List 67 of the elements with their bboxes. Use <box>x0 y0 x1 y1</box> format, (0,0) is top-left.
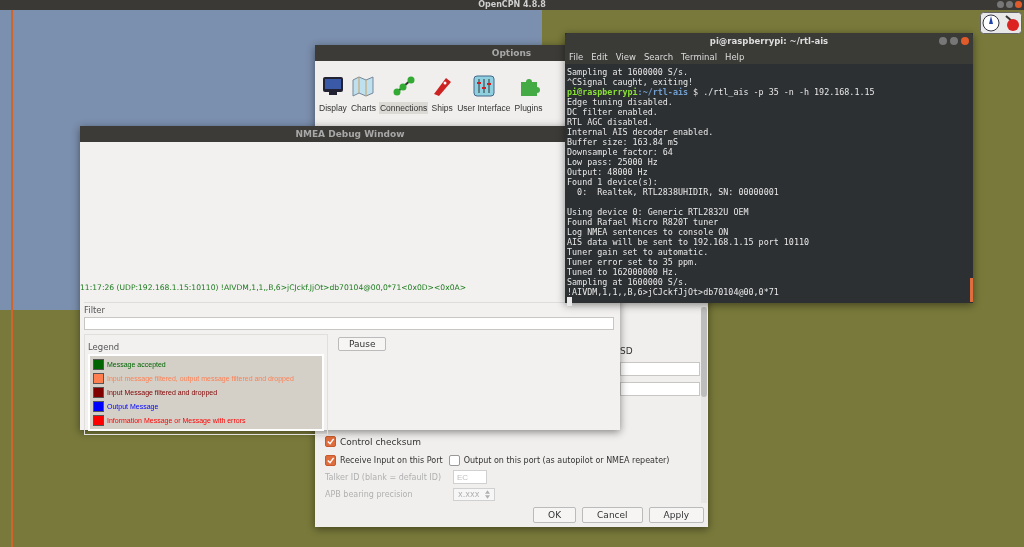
terminal-line: Log NMEA sentences to console ON <box>567 227 730 237</box>
connected-nodes-icon <box>391 74 416 98</box>
checkbox[interactable] <box>325 455 336 466</box>
window-controls-icon[interactable] <box>939 37 969 45</box>
scrollbar[interactable] <box>701 307 707 503</box>
toolbar-tab[interactable]: Display <box>317 67 349 114</box>
terminal-line: 0: Realtek, RTL2838UHIDIR, SN: 00000001 <box>576 187 780 197</box>
terminal-line: RTL AGC disabled. <box>567 117 654 127</box>
pause-button[interactable]: Pause <box>338 337 387 351</box>
dialog-button[interactable]: Cancel <box>582 507 643 523</box>
checkbox[interactable] <box>325 436 336 447</box>
option-label: SD <box>620 346 634 356</box>
terminal-line: Internal AIS decoder enabled. <box>567 127 715 137</box>
terminal-line: AIS data will be sent to 192.168.1.15 port 10110 <box>567 237 811 247</box>
toolbar-tab[interactable]: Charts <box>348 67 378 114</box>
terminal-line: !AIVDM,1,1,,B,6>jCJckfJjOt>db70104@00,0*71 <box>567 287 780 297</box>
toolbar-tab[interactable]: Ships <box>429 67 456 114</box>
terminal-line: Found Rafael Micro R820T tuner <box>567 217 720 227</box>
window-title: pi@raspberrypi: ~/rtl-ais <box>709 36 829 46</box>
terminal-line: Edge tuning disabled. <box>567 97 674 107</box>
window-title: NMEA Debug Window <box>295 129 405 139</box>
text-field[interactable] <box>620 362 700 376</box>
toolbar-tab[interactable]: Connections <box>377 67 430 114</box>
text-cursor <box>567 297 572 306</box>
dialog-button[interactable]: Apply <box>648 507 704 523</box>
terminal-line: Sampling at 1600000 S/s. <box>567 277 689 287</box>
terminal-line: Buffer size: 163.84 mS <box>567 137 679 147</box>
window-title: OpenCPN 4.8.8 <box>478 0 546 10</box>
group-label: Legend <box>88 341 120 354</box>
prompt-path: :~/rtl-ais <box>637 87 688 97</box>
terminal-line: ^CSignal caught, exiting! <box>567 77 695 87</box>
menu-item[interactable]: File <box>569 51 584 62</box>
checkbox-option[interactable]: Control checksum <box>325 436 708 447</box>
window-title: Options <box>491 48 532 58</box>
terminal-line: Tuner error set to 35 ppm. <box>567 257 700 267</box>
filter-field[interactable] <box>84 317 614 330</box>
terminal-line: Using device 0: Generic RTL2832U OEM <box>567 207 750 217</box>
compass-icon[interactable] <box>980 12 1022 34</box>
terminal-line: Downsample factor: 64 <box>567 147 674 157</box>
terminal-line: DC filter enabled. <box>567 107 659 117</box>
up-down-arrows-icon[interactable] <box>485 490 491 499</box>
map-icon <box>351 74 376 98</box>
terminal-line: Output: 48000 Hz <box>567 167 649 177</box>
menu-item[interactable]: Help <box>725 51 745 62</box>
terminal-line: Found 1 device(s): <box>567 177 659 187</box>
menu-item[interactable]: View <box>615 51 636 62</box>
text-field[interactable] <box>620 382 700 396</box>
dialog-button[interactable]: OK <box>533 507 577 523</box>
toolbar-tab[interactable]: User Interface <box>455 67 513 114</box>
prompt-user: pi@raspberrypi <box>567 87 638 97</box>
checkbox-option[interactable]: Receive Input on this Port <box>325 455 443 466</box>
menu-item[interactable]: Edit <box>591 51 608 62</box>
checkbox[interactable] <box>448 455 460 466</box>
scrollbar[interactable] <box>970 278 973 302</box>
sliders-icon <box>471 74 496 98</box>
terminal-line: Low pass: 25000 Hz <box>567 157 659 167</box>
menu-item[interactable]: Terminal <box>681 51 717 62</box>
group-label: Filter <box>84 304 107 317</box>
menu-item[interactable]: Search <box>643 51 674 62</box>
monitor-icon <box>320 74 345 98</box>
checkbox-option[interactable]: Output on this port (as autopilot or NMEA repeater) <box>448 455 670 466</box>
terminal-line: Tuned to 162000000 Hz. <box>567 267 679 277</box>
terminal-line: Tuner gain set to automatic. <box>567 247 710 257</box>
field-label: Talker ID (blank = default ID) <box>325 472 442 482</box>
terminal-command: $ ./rtl_ais -p 35 -n -h 192.168.1.15 <box>692 87 875 97</box>
toolbar-tab[interactable]: Plugins <box>512 67 545 114</box>
terminal-line: Sampling at 1600000 S/s. <box>567 67 689 77</box>
